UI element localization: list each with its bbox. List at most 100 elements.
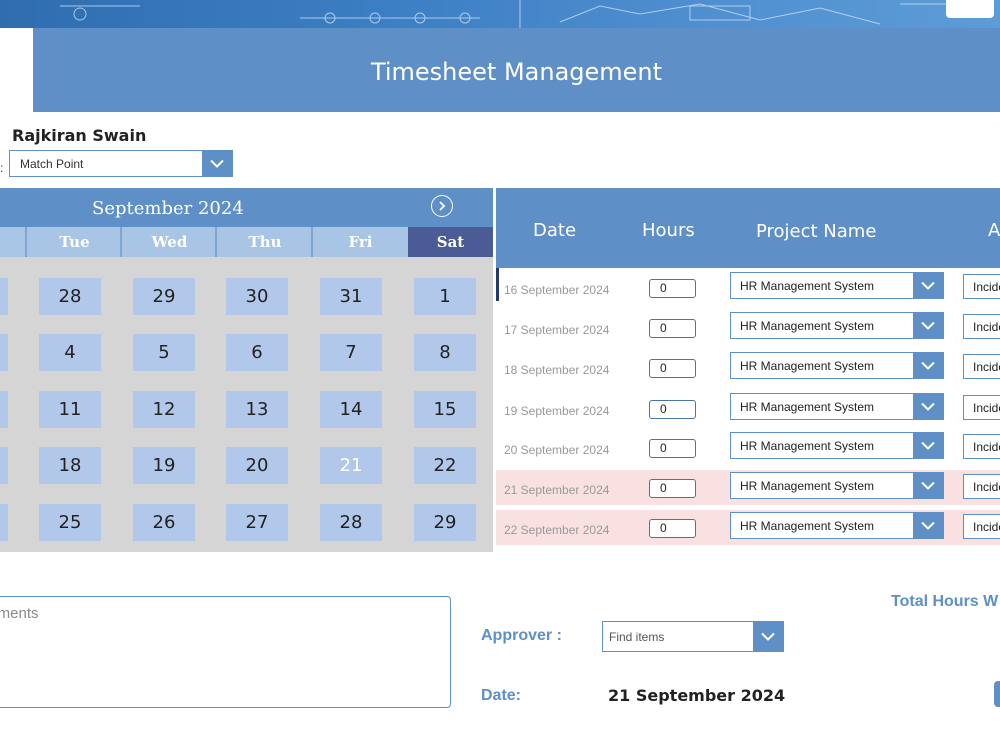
row-date: 18 September 2024	[504, 363, 610, 377]
window-control[interactable]	[946, 0, 994, 18]
calendar-day[interactable]: 19	[133, 447, 195, 484]
activity-dropdown-value: Incident	[973, 401, 1000, 415]
hours-input[interactable]: 0	[649, 519, 696, 538]
calendar-day[interactable]: 12	[133, 391, 195, 428]
calendar-day-selected[interactable]: 21	[320, 447, 382, 484]
chevron-down-icon[interactable]	[913, 513, 943, 538]
page-title: Timesheet Management	[370, 58, 663, 86]
calendar-day[interactable]: 26	[133, 504, 195, 541]
chevron-down-icon[interactable]	[913, 394, 943, 419]
activity-dropdown[interactable]: Incident	[963, 434, 1000, 459]
calendar-day[interactable]: 29	[414, 504, 476, 541]
activity-dropdown[interactable]: Incident	[963, 314, 1000, 339]
calendar-day[interactable]: 5	[133, 334, 195, 371]
calendar-day[interactable]: 4	[39, 334, 101, 371]
table-row-weekend[interactable]: 22 September 2024 0 HR Management System…	[496, 510, 1000, 545]
total-hours-label: Total Hours W	[891, 593, 999, 610]
activity-dropdown[interactable]: Incident	[963, 395, 1000, 420]
table-row[interactable]: 20 September 2024 0 HR Management System…	[496, 430, 1000, 465]
calendar: September 2024 Tue Wed Thu Fri Sat 28 29…	[0, 188, 493, 552]
project-dropdown[interactable]: HR Management System	[730, 272, 944, 299]
table-row[interactable]: 16 September 2024 0 HR Management System…	[496, 270, 1000, 305]
project-dropdown[interactable]: HR Management System	[730, 393, 944, 420]
chevron-down-icon[interactable]	[913, 473, 943, 498]
calendar-day[interactable]: 27	[226, 504, 288, 541]
project-dropdown[interactable]: HR Management System	[730, 432, 944, 459]
column-header-hours: Hours	[642, 220, 695, 241]
hours-input[interactable]: 0	[649, 319, 696, 338]
column-header-activity: A	[988, 220, 1000, 241]
calendar-day[interactable]: 14	[320, 391, 382, 428]
table-row[interactable]: 17 September 2024 0 HR Management System…	[496, 310, 1000, 345]
timesheet-table-header: Date Hours Project Name A	[496, 188, 1000, 268]
hours-input[interactable]: 0	[649, 279, 696, 298]
hours-input[interactable]: 0	[649, 359, 696, 378]
project-selector[interactable]: Match Point	[9, 150, 233, 177]
comments-input[interactable]: Comments	[0, 596, 451, 708]
calendar-day[interactable]: 30	[226, 278, 288, 315]
project-dropdown[interactable]: HR Management System	[730, 352, 944, 379]
project-dropdown-value: HR Management System	[740, 359, 875, 373]
column-header-date: Date	[533, 220, 577, 241]
activity-dropdown-value: Incident	[973, 520, 1000, 534]
calendar-day-partial[interactable]	[0, 504, 8, 541]
approver-dropdown[interactable]: Find items	[602, 621, 784, 652]
calendar-day[interactable]: 13	[226, 391, 288, 428]
table-row[interactable]: 18 September 2024 0 HR Management System…	[496, 350, 1000, 385]
calendar-day-partial[interactable]	[0, 278, 8, 315]
calendar-day[interactable]: 20	[226, 447, 288, 484]
weekday-sat: Sat	[408, 227, 493, 257]
weekday-wed: Wed	[120, 227, 217, 257]
calendar-month-label: September 2024	[92, 198, 244, 219]
table-row-weekend[interactable]: 21 September 2024 0 HR Management System…	[496, 470, 1000, 505]
calendar-day[interactable]: 25	[39, 504, 101, 541]
project-dropdown[interactable]: HR Management System	[730, 512, 944, 539]
calendar-day[interactable]: 6	[226, 334, 288, 371]
next-month-icon[interactable]	[431, 195, 453, 217]
calendar-day[interactable]: 31	[320, 278, 382, 315]
weekday-tue: Tue	[25, 227, 122, 257]
activity-dropdown[interactable]: Incident	[963, 274, 1000, 299]
chevron-down-icon[interactable]	[913, 353, 943, 378]
date-value: 21 September 2024	[608, 686, 786, 705]
calendar-day[interactable]: 29	[133, 278, 195, 315]
calendar-day-partial[interactable]	[0, 391, 8, 428]
hours-input[interactable]: 0	[649, 479, 696, 498]
project-dropdown-value: HR Management System	[740, 479, 875, 493]
user-name: Rajkiran Swain	[12, 126, 147, 145]
project-dropdown-value: HR Management System	[740, 519, 875, 533]
chevron-down-icon[interactable]	[913, 273, 943, 298]
chevron-down-icon[interactable]	[913, 433, 943, 458]
project-dropdown-value: HR Management System	[740, 439, 875, 453]
submit-button[interactable]	[994, 681, 1000, 707]
comments-placeholder: Comments	[0, 605, 39, 622]
date-label: Date:	[481, 687, 522, 704]
hours-input[interactable]: 0	[649, 400, 696, 419]
chevron-down-icon[interactable]	[913, 313, 943, 338]
table-row[interactable]: 19 September 2024 0 HR Management System…	[496, 391, 1000, 426]
calendar-day[interactable]: 8	[414, 334, 476, 371]
hours-input[interactable]: 0	[649, 439, 696, 458]
project-dropdown[interactable]: HR Management System	[730, 472, 944, 499]
calendar-day-partial[interactable]	[0, 334, 8, 371]
chevron-down-icon[interactable]	[753, 622, 783, 651]
calendar-day[interactable]: 15	[414, 391, 476, 428]
calendar-day[interactable]: 7	[320, 334, 382, 371]
project-selector-value: Match Point	[20, 157, 84, 171]
activity-dropdown[interactable]: Incident	[963, 474, 1000, 499]
calendar-day[interactable]: 28	[39, 278, 101, 315]
approver-placeholder: Find items	[609, 630, 665, 644]
approver-label: Approver :	[481, 627, 562, 644]
activity-dropdown[interactable]: Incident	[963, 514, 1000, 539]
calendar-day[interactable]: 22	[414, 447, 476, 484]
activity-dropdown[interactable]: Incident	[963, 354, 1000, 379]
calendar-day-partial[interactable]	[0, 447, 8, 484]
calendar-day[interactable]: 28	[320, 504, 382, 541]
calendar-day[interactable]: 1	[414, 278, 476, 315]
calendar-day[interactable]: 18	[39, 447, 101, 484]
calendar-day[interactable]: 11	[39, 391, 101, 428]
weekday-thu: Thu	[215, 227, 313, 257]
project-dropdown[interactable]: HR Management System	[730, 312, 944, 339]
row-date: 22 September 2024	[504, 523, 610, 537]
chevron-down-icon[interactable]	[202, 151, 232, 176]
